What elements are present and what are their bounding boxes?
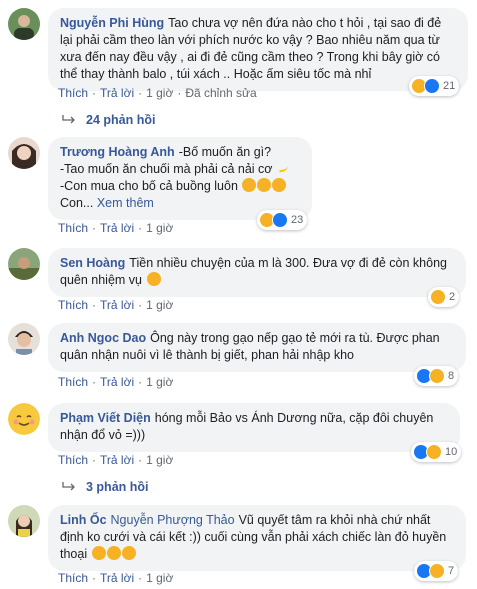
comment-bubble: Nguyễn Phi Hùng Tao chưa vợ nên đứa nào c… [48,8,468,91]
laughing-emoji-icon [106,546,121,560]
reaction-summary[interactable]: 10 [411,442,462,462]
reaction-summary[interactable]: 21 [409,76,460,96]
comment-time[interactable]: 1 giờ [146,221,173,235]
reaction-count: 2 [449,291,456,303]
comment-time[interactable]: 1 giờ [146,86,173,100]
reaction-summary[interactable]: 7 [414,561,459,581]
comment-author[interactable]: Phạm Viết Diện [60,411,151,425]
see-more-link[interactable]: Xem thêm [97,196,154,210]
like-button[interactable]: Thích [58,298,88,312]
reaction-summary[interactable]: 2 [428,287,460,307]
like-button[interactable]: Thích [58,375,88,389]
mentioned-user[interactable]: Nguyễn Phượng Thảo [111,513,235,527]
reaction-summary[interactable]: 23 [257,210,308,230]
laughing-emoji-icon [257,178,272,192]
laughing-emoji-icon [272,178,287,192]
comment-actions: Thích · Trả lời · 1 giờ [58,453,174,467]
like-reaction-icon [272,212,288,228]
comment-actions: Thích · Trả lời · 1 giờ · Đã chỉnh sửa [58,86,257,100]
comment-author[interactable]: Nguyễn Phi Hùng [60,16,164,30]
reply-arrow-icon [62,482,75,491]
like-button[interactable]: Thích [58,221,88,235]
haha-reaction-icon [429,563,445,579]
comment-author[interactable]: Linh Ốc [60,513,107,527]
avatar[interactable] [8,8,40,40]
reaction-count: 21 [443,80,456,92]
banana-emoji-icon [277,161,291,175]
laughing-emoji-icon [121,546,136,560]
reply-arrow-icon [62,115,75,124]
comment-bubble: Trương Hoàng Anh -Bố muốn ăn gì? -Tao muố… [48,137,312,220]
like-button[interactable]: Thích [58,571,88,585]
comment-bubble: Sen Hoàng Tiền nhiều chuyện của m là 300.… [48,248,466,297]
view-replies-link[interactable]: 3 phản hồi [62,480,149,494]
comment-bubble: Linh Ốc Nguyễn Phượng Thảo Vũ quyết tâm ra… [48,505,466,571]
avatar[interactable] [8,323,40,355]
reply-button[interactable]: Trả lời [100,221,134,235]
laughing-emoji-icon [91,546,106,560]
comment-time[interactable]: 1 giờ [146,453,173,467]
comment-actions: Thích · Trả lời · 1 giờ [58,221,174,235]
haha-reaction-icon [429,368,445,384]
comment-time[interactable]: 1 giờ [146,298,173,312]
smile-emoji-icon [146,272,161,286]
reply-button[interactable]: Trả lời [100,571,134,585]
comment-actions: Thích · Trả lời · 1 giờ [58,571,174,585]
reply-button[interactable]: Trả lời [100,86,134,100]
reaction-count: 8 [448,370,455,382]
haha-reaction-icon [430,289,446,305]
comment-time[interactable]: 1 giờ [146,375,173,389]
reaction-count: 7 [448,565,455,577]
comment-bubble: Phạm Viết Diện hóng mỗi Bảo vs Ánh Dương … [48,403,460,452]
haha-reaction-icon [426,444,442,460]
avatar[interactable] [8,403,40,435]
comment-author[interactable]: Sen Hoàng [60,256,125,270]
reply-button[interactable]: Trả lời [100,375,134,389]
comment-actions: Thích · Trả lời · 1 giờ [58,298,174,312]
avatar[interactable] [8,505,40,537]
avatar[interactable] [8,248,40,280]
like-button[interactable]: Thích [58,86,88,100]
like-button[interactable]: Thích [58,453,88,467]
reaction-count: 23 [291,214,304,226]
reply-button[interactable]: Trả lời [100,298,134,312]
reaction-count: 10 [445,446,458,458]
edited-label[interactable]: Đã chỉnh sửa [185,86,256,100]
comment-author[interactable]: Anh Ngoc Dao [60,331,146,345]
avatar[interactable] [8,137,40,169]
view-replies-link[interactable]: 24 phản hồi [62,113,155,127]
comment-author[interactable]: Trương Hoàng Anh [60,145,175,159]
comment-time[interactable]: 1 giờ [146,571,173,585]
laughing-emoji-icon [242,178,257,192]
reply-button[interactable]: Trả lời [100,453,134,467]
comment-actions: Thích · Trả lời · 1 giờ [58,375,174,389]
comment-bubble: Anh Ngoc Dao Ông này trong gạo nếp gạo tẻ… [48,323,466,372]
reaction-summary[interactable]: 8 [414,366,459,386]
like-reaction-icon [424,78,440,94]
